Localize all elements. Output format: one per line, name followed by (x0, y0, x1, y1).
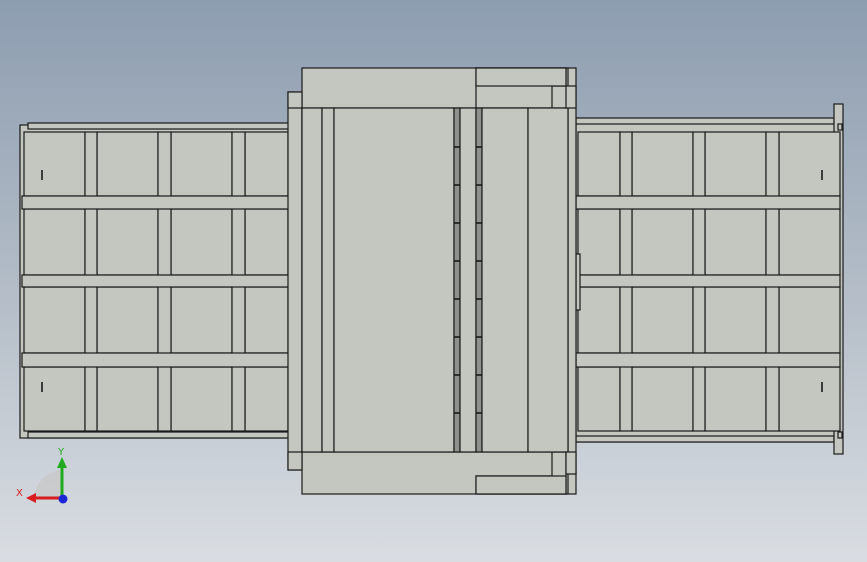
y-axis-label: Y (57, 447, 65, 458)
center-carriage (287, 67, 577, 495)
y-axis-arrow-icon (57, 457, 67, 468)
cad-drawing: X Y (16, 67, 844, 504)
z-axis-dot-icon (58, 494, 68, 504)
cad-viewport[interactable]: X Y (0, 0, 867, 562)
triad-plane (34, 470, 62, 498)
orientation-triad: X Y (16, 447, 68, 504)
left-rail (19, 122, 291, 439)
x-axis-arrow-icon (26, 493, 36, 503)
x-axis-label: X (16, 488, 23, 499)
right-rail (575, 103, 844, 455)
